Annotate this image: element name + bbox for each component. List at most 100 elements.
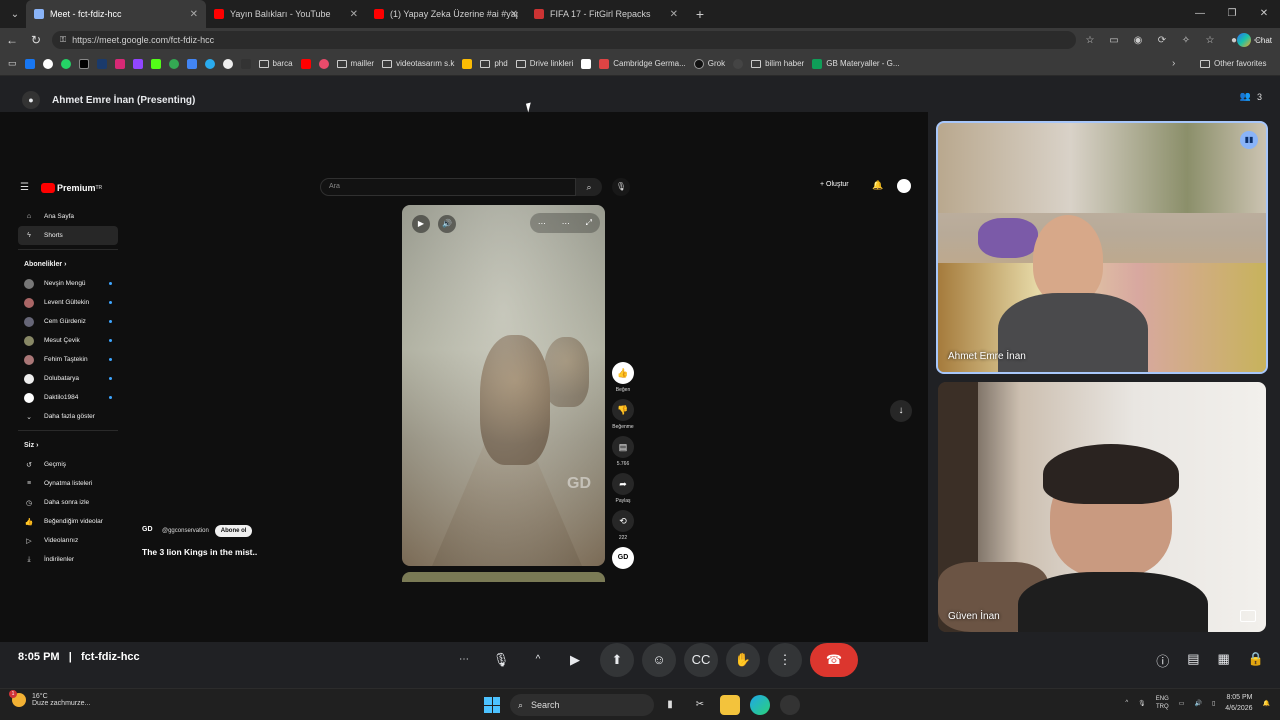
activities-icon[interactable]: ▦ [1218,651,1230,670]
site-icon[interactable] [733,58,744,69]
volume-icon[interactable]: 🔊 [1194,700,1201,707]
youtube-play-icon [40,182,55,193]
chevron-up-icon[interactable]: ^ [1125,700,1128,706]
bookmark-folder[interactable]: mailler [336,59,374,68]
bookmark-link[interactable]: Grok [693,58,725,69]
drive-icon[interactable] [462,58,473,69]
kick-icon[interactable] [150,58,161,69]
openai-icon[interactable] [222,58,233,69]
favorite-star-icon[interactable]: ☆ [1080,35,1100,46]
notification-icon[interactable]: 🔔 [1263,700,1270,707]
host-controls-icon[interactable]: 🔒 [1248,651,1264,670]
bookmark-folder[interactable]: phd [480,59,508,68]
chat-icon[interactable]: ▤ [1187,651,1199,670]
edge-icon[interactable] [750,695,770,715]
avatar [24,335,34,346]
tab-meet[interactable]: Meet - fct-fdiz-hcc ✕ [26,0,206,28]
music-icon[interactable] [318,58,329,69]
maps-icon[interactable] [168,58,179,69]
reading-list-icon[interactable]: ▭ [8,58,17,69]
twitch-icon[interactable] [132,58,143,69]
instagram-icon[interactable] [114,58,125,69]
site-info-icon[interactable]: ⚿ [60,35,66,45]
whatsapp-icon[interactable] [60,58,71,69]
present-screen-icon[interactable]: ⬆ [600,643,634,677]
bookmark-folder[interactable]: Drive linkleri [515,59,573,68]
raise-hand-icon[interactable]: ✋ [726,643,760,677]
restore-icon[interactable]: ❐ [1216,0,1248,28]
back-icon[interactable]: ← [0,33,24,47]
weather-text: Duze zachmurze... [32,700,91,707]
chevron-right-icon[interactable]: › [1172,58,1175,69]
tab-fitgirl[interactable]: FIFA 17 - FitGirl Repacks ✕ [526,0,686,28]
taskbar-search[interactable]: ⌕ Search [510,694,654,716]
emoji-icon[interactable]: ☺ [642,643,676,677]
close-icon[interactable]: ✕ [190,9,198,20]
app-icon[interactable] [780,695,800,715]
more-options-icon[interactable]: ⋮ [768,643,802,677]
facebook-icon[interactable] [24,58,35,69]
other-favorites[interactable]: Other favorites [1200,59,1266,68]
youtube-icon[interactable] [300,58,311,69]
participant-tile[interactable]: ▮▮ Ahmet Emre İnan [936,121,1268,374]
bookmark-folder[interactable]: bilim haber [751,59,804,68]
leave-call-button[interactable]: ☎ [810,643,858,677]
bookmark-link[interactable]: Cambridge Germa... [599,58,686,69]
more-icon: ⋯ [561,218,570,228]
pw-icon[interactable] [581,58,592,69]
mic-icon[interactable]: 🎙 [1138,700,1146,707]
x-icon[interactable] [78,58,89,69]
start-icon[interactable] [484,697,500,713]
bookmark-folder[interactable]: barca [258,59,293,68]
bookmark-folder[interactable]: videotasarım s.k [382,59,454,68]
minimize-icon[interactable]: — [1184,0,1216,28]
language-indicator[interactable]: ENG TRQ [1156,695,1169,711]
taskbar-clock[interactable]: 8:05 PM 4/6/2026 [1225,692,1252,714]
pip-icon[interactable] [1240,610,1256,622]
chevron-up-icon[interactable]: ^ [526,643,550,677]
tab-youtube-2[interactable]: (1) Yapay Zeka Üzerine #ai #yapay ✕ [366,0,526,28]
tab-actions-menu-icon[interactable]: ⌄ [4,4,26,24]
refresh-ext-icon[interactable]: ⟳ [1152,35,1172,46]
file-explorer-icon[interactable] [720,695,740,715]
video-icon: ▷ [26,537,32,545]
reload-icon[interactable]: ↻ [24,33,48,47]
microphone-icon[interactable]: 🎙 [484,643,518,677]
close-window-icon[interactable]: ✕ [1248,0,1280,28]
audio-options-icon[interactable]: ⋯ [452,643,476,677]
close-icon[interactable]: ✕ [670,9,678,20]
telegram-icon[interactable] [204,58,215,69]
google-icon[interactable] [42,58,53,69]
bookmark-link[interactable]: GB Materyaller - G... [812,58,900,69]
extension-icon[interactable]: ◉ [1128,35,1148,46]
close-icon[interactable]: ✕ [350,9,358,20]
translate-icon[interactable] [186,58,197,69]
network-icon[interactable]: ▭ [1179,700,1185,707]
info-icon[interactable]: ⓘ [1156,651,1169,670]
v-icon[interactable] [96,58,107,69]
weather-widget[interactable]: 1 16°C Duze zachmurze... [9,690,91,707]
battery-icon[interactable]: ▯ [1212,700,1215,707]
sidebar-label: İndirilenler [44,556,74,563]
close-icon[interactable]: ✕ [510,9,518,20]
copilot-chat-button[interactable]: Chat [1237,32,1272,48]
person-head [1033,215,1103,303]
bookmark-label: barca [272,59,293,68]
favorites-icon[interactable]: ☆ [1200,35,1220,46]
participants-button[interactable]: 👥 3 [1240,91,1262,102]
camera-icon[interactable]: ▶ [558,643,592,677]
tab-youtube-1[interactable]: Yayın Balıkları - YouTube ✕ [206,0,366,28]
puzzle-icon[interactable]: ✧ [1176,35,1196,46]
short-video-player: ▶ 🔊 ⋯ ⋯ ⤢ GD [402,205,605,566]
url-input[interactable]: ⚿ https://meet.google.com/fct-fdiz-hcc [52,31,1076,49]
task-view-icon[interactable]: ▮ [660,695,680,715]
participant-tile[interactable]: Güven İnan [938,382,1266,632]
snipping-tool-icon[interactable]: ✂ [690,695,710,715]
grok-icon [693,58,704,69]
camera-icon[interactable]: ▭ [1104,35,1124,46]
subscription-item: Daktilo1984 [18,388,118,407]
bookmark-icon[interactable] [240,58,251,69]
captions-icon[interactable]: CC [684,643,718,677]
person-body [1018,572,1208,632]
new-tab-icon[interactable]: + [690,6,710,22]
